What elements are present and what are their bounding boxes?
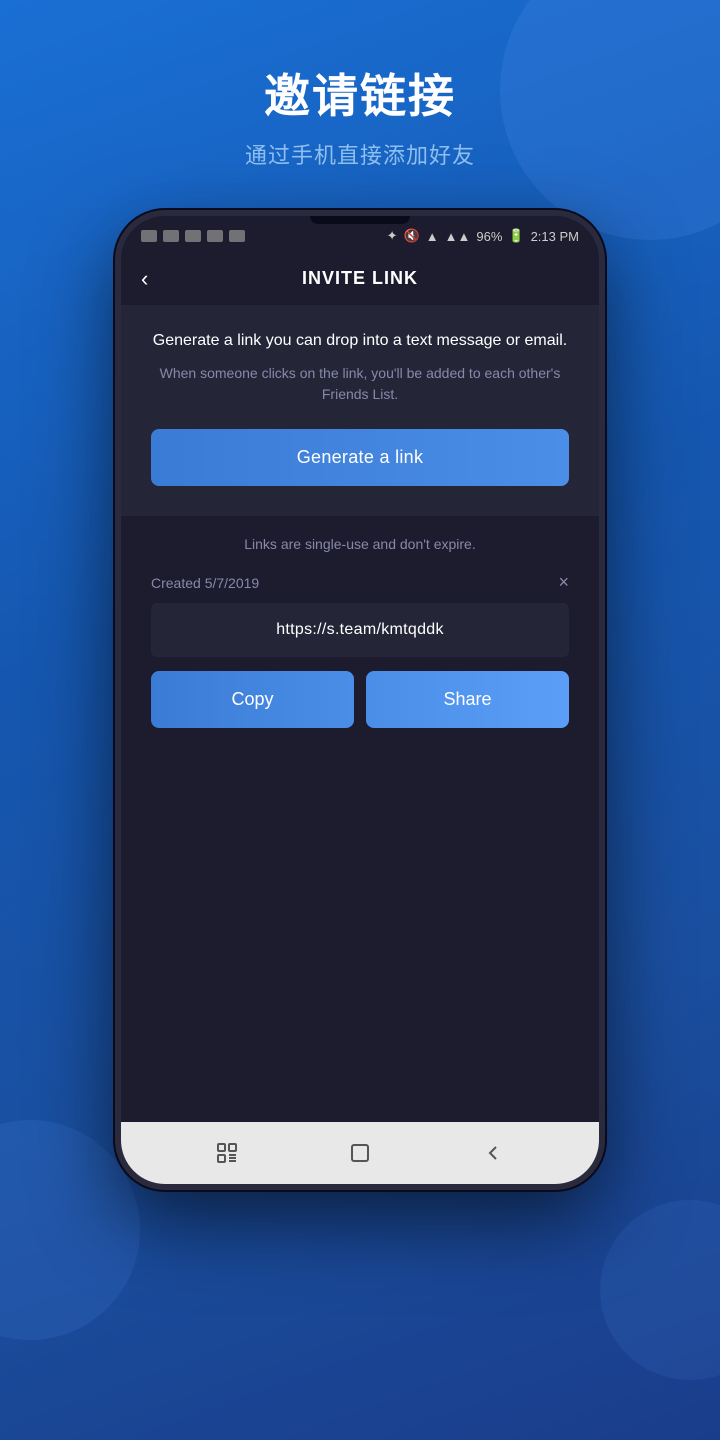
single-use-info: Links are single-use and don't expire.: [151, 536, 569, 552]
info-section: Links are single-use and don't expire.: [121, 516, 599, 562]
status-left-icons: [141, 230, 245, 242]
phone-notch: [310, 216, 410, 224]
top-section: 邀请链接 通过手机直接添加好友: [245, 60, 475, 170]
link-url-text: https://s.team/kmtqddk: [276, 621, 444, 638]
sub-title: 通过手机直接添加好友: [245, 138, 475, 170]
link-section: Created 5/7/2019 × https://s.team/kmtqdd…: [121, 562, 599, 728]
link-header: Created 5/7/2019 ×: [151, 572, 569, 593]
link-url-box: https://s.team/kmtqddk: [151, 603, 569, 657]
copy-button[interactable]: Copy: [151, 671, 354, 728]
nav-recent-button[interactable]: [212, 1138, 242, 1168]
page-title: INVITE LINK: [302, 268, 418, 289]
phone-body: ✦ 🔇 ▲ ▲▲ 96% 🔋 2:13 PM ‹ INVITE LINK Gen…: [115, 210, 605, 1190]
generate-link-card: Generate a link you can drop into a text…: [121, 305, 599, 516]
bluetooth-icon: ✦: [387, 228, 398, 244]
recent-apps-icon: [215, 1141, 239, 1165]
clock: 2:13 PM: [531, 229, 579, 244]
link-actions: Copy Share: [151, 671, 569, 728]
notification-icon-3: [185, 230, 201, 242]
back-arrow-icon: [481, 1141, 505, 1165]
app-header: ‹ INVITE LINK: [121, 252, 599, 305]
notification-icon-5: [229, 230, 245, 242]
notification-icon-2: [163, 230, 179, 242]
card-description: Generate a link you can drop into a text…: [151, 329, 569, 353]
nav-back-button[interactable]: [478, 1138, 508, 1168]
phone-navigation: [121, 1122, 599, 1184]
home-icon: [348, 1141, 372, 1165]
link-close-button[interactable]: ×: [558, 572, 569, 593]
link-created-date: Created 5/7/2019: [151, 575, 259, 591]
notification-icon-4: [207, 230, 223, 242]
status-right-info: ✦ 🔇 ▲ ▲▲ 96% 🔋 2:13 PM: [387, 228, 579, 244]
phone-mockup: ✦ 🔇 ▲ ▲▲ 96% 🔋 2:13 PM ‹ INVITE LINK Gen…: [115, 210, 605, 1190]
notification-icon-1: [141, 230, 157, 242]
battery-percent: 96%: [476, 229, 502, 244]
bg-decoration-bottom-right: [600, 1200, 720, 1380]
generate-link-button[interactable]: Generate a link: [151, 429, 569, 486]
signal-icon: ▲▲: [445, 229, 471, 244]
battery-icon: 🔋: [508, 228, 524, 244]
mute-icon: 🔇: [404, 228, 420, 244]
nav-home-button[interactable]: [345, 1138, 375, 1168]
main-title: 邀请链接: [245, 60, 475, 126]
back-button[interactable]: ‹: [141, 266, 148, 292]
bg-decoration-top: [500, 0, 720, 240]
card-sub-description: When someone clicks on the link, you'll …: [151, 363, 569, 405]
app-content: Generate a link you can drop into a text…: [121, 305, 599, 1122]
wifi-icon: ▲: [426, 229, 439, 244]
share-button[interactable]: Share: [366, 671, 569, 728]
